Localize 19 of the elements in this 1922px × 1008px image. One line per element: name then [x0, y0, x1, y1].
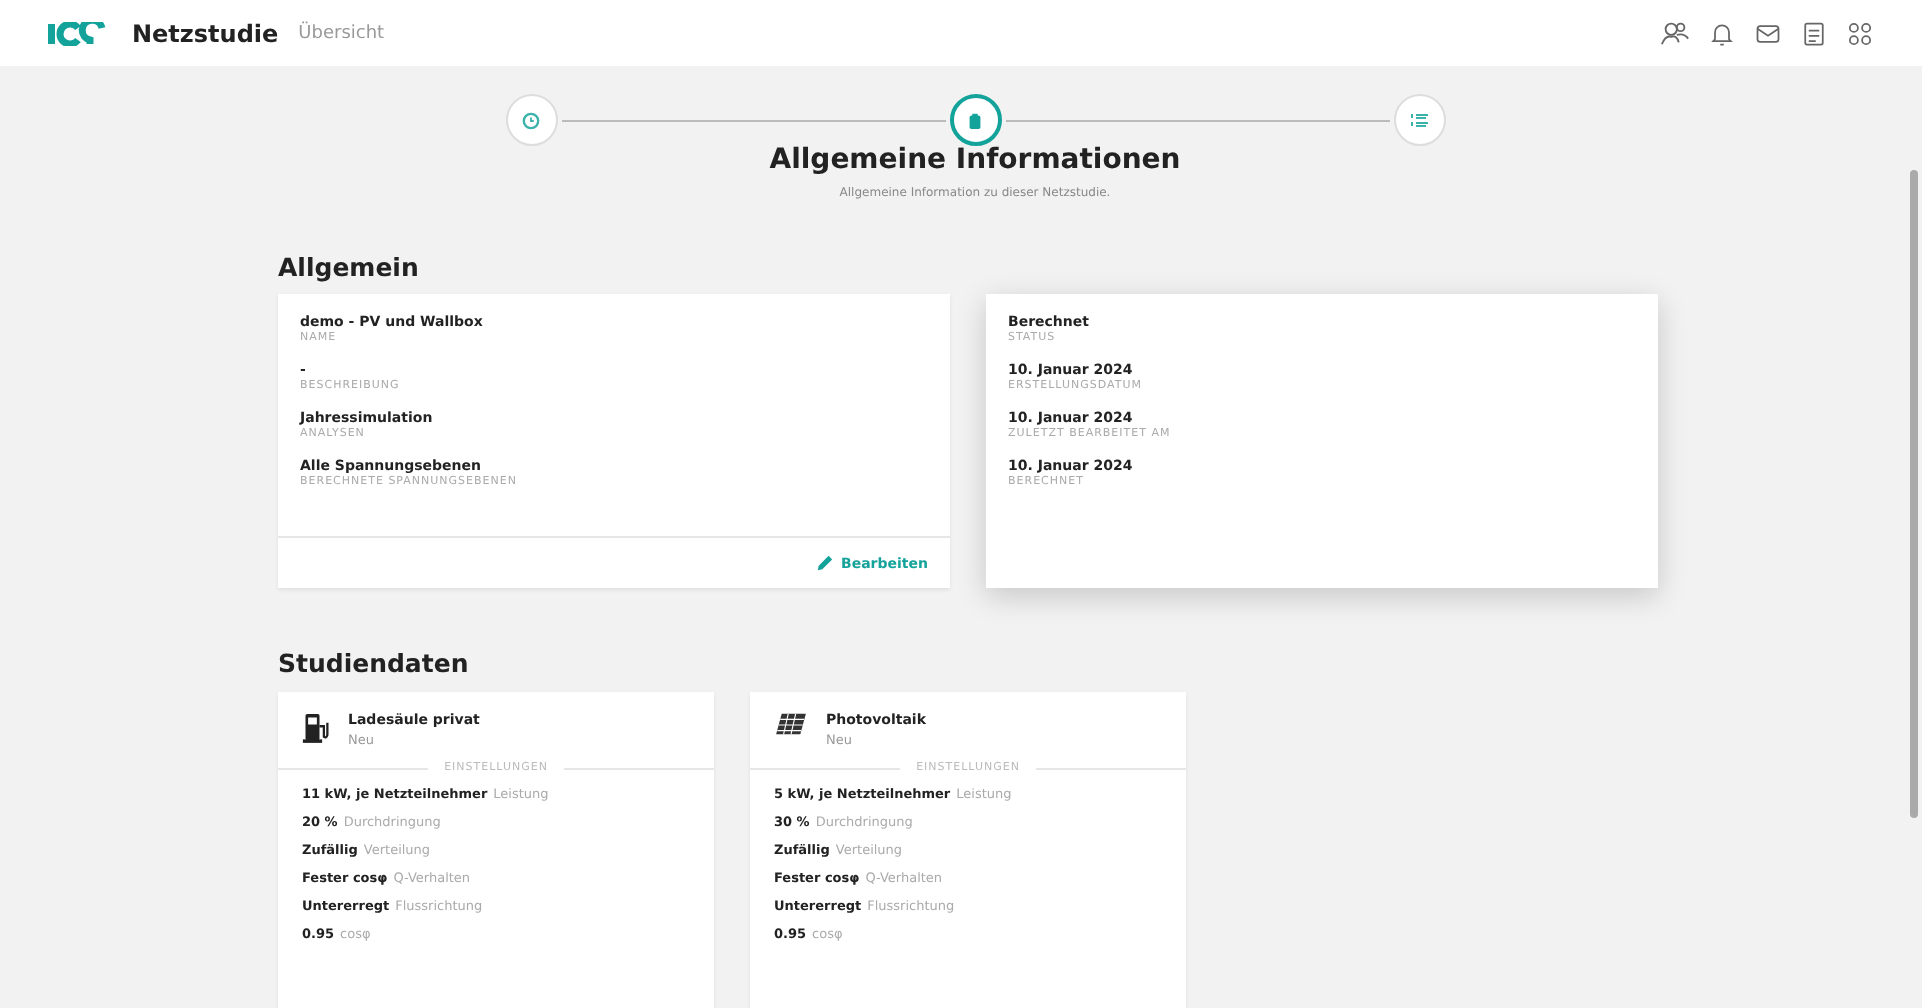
fuel-pump-icon: [302, 712, 330, 744]
solar-panel-icon: [774, 712, 808, 738]
page-title: Allgemeine Informationen: [767, 142, 1183, 178]
pencil-icon: [815, 554, 833, 572]
section-heading: Allgemein: [278, 252, 421, 282]
bell-icon[interactable]: [1708, 19, 1736, 47]
mail-icon[interactable]: [1754, 19, 1782, 47]
step-button[interactable]: [949, 94, 1001, 146]
list-icon: [1409, 110, 1429, 130]
scrollbar[interactable]: [1910, 170, 1918, 818]
users-icon[interactable]: [1660, 18, 1690, 48]
clock-icon: [522, 111, 540, 129]
section-heading: Studiendaten: [278, 648, 471, 678]
app-name: Netzstudie: [132, 19, 279, 47]
clipboard-icon: [966, 111, 984, 129]
apps-icon[interactable]: [1846, 19, 1874, 47]
overview-link[interactable]: Übersicht: [298, 23, 385, 43]
logo-icon[interactable]: [48, 21, 108, 45]
document-icon[interactable]: [1800, 19, 1828, 47]
